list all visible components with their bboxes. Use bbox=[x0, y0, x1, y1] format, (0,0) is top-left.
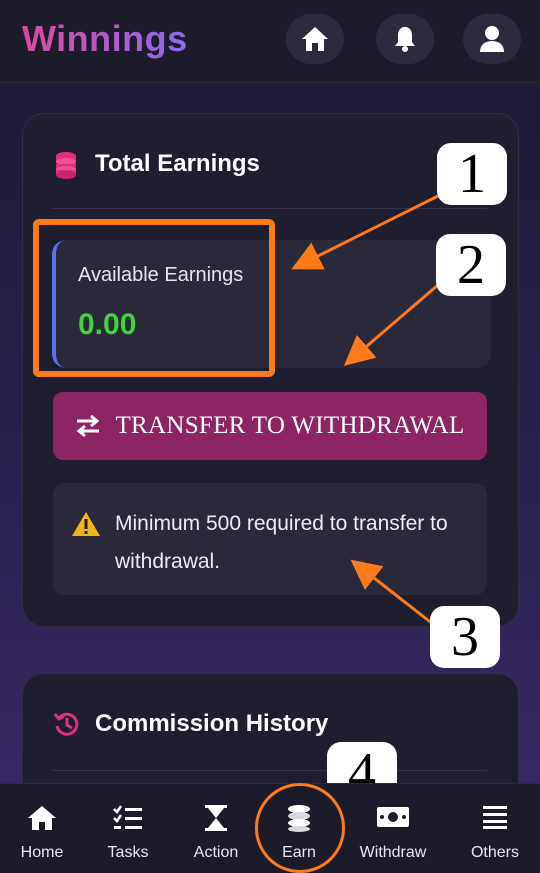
nav-item-others[interactable]: Others bbox=[455, 784, 535, 872]
nav-label: Others bbox=[470, 844, 519, 861]
nav-label: Home bbox=[20, 844, 64, 861]
nav-label: Withdraw bbox=[359, 844, 427, 861]
nav-item-tasks[interactable]: Tasks bbox=[88, 784, 168, 872]
annotation-circle bbox=[255, 783, 345, 873]
nav-label: Tasks bbox=[107, 844, 149, 861]
nav-item-action[interactable]: Action bbox=[176, 784, 256, 872]
hourglass-icon bbox=[205, 805, 227, 831]
annotation-badge-3: 3 bbox=[430, 606, 500, 668]
nav-item-home[interactable]: Home bbox=[2, 784, 82, 872]
annotation-badge-1: 1 bbox=[437, 143, 507, 205]
money-icon bbox=[377, 807, 409, 827]
home-icon bbox=[28, 806, 56, 830]
nav-label: Action bbox=[193, 844, 239, 861]
annotation-arrows bbox=[291, 194, 439, 630]
nav-item-withdraw[interactable]: Withdraw bbox=[353, 784, 433, 872]
menu-icon bbox=[483, 806, 507, 829]
tasks-icon bbox=[113, 805, 142, 829]
annotation-badge-2: 2 bbox=[436, 234, 506, 296]
